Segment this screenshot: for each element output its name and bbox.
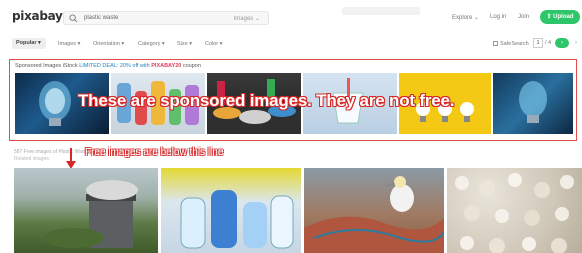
- related-images-label: Related images:: [14, 156, 51, 162]
- trash-bin-image: [44, 180, 138, 248]
- free-image[interactable]: [447, 168, 582, 253]
- filter-images[interactable]: Images ▾: [58, 41, 80, 47]
- coupon-code: PIXABAY20: [151, 63, 182, 69]
- filter-color[interactable]: Color ▾: [205, 41, 222, 47]
- login-link[interactable]: Log in: [490, 14, 506, 20]
- next-page-button[interactable]: ›: [555, 38, 569, 48]
- sort-dropdown[interactable]: Popular ▾: [12, 38, 46, 49]
- free-images-annotation: Free images are below this line: [85, 147, 224, 158]
- page-number-input[interactable]: 1: [533, 38, 543, 48]
- upload-button[interactable]: ⇪ Upload: [540, 10, 580, 24]
- explore-link[interactable]: Explore ⌄: [452, 14, 479, 21]
- deal-text[interactable]: LIMITED DEAL: 20% off with: [79, 63, 151, 69]
- filter-category[interactable]: Category ▾: [138, 41, 165, 47]
- sponsored-label: Sponsored Images iStock LIMITED DEAL: 20…: [15, 63, 201, 69]
- sponsored-image[interactable]: [493, 73, 573, 134]
- search-bar[interactable]: plastic waste Images ⌄: [63, 11, 269, 25]
- plastic-bottles-image: [180, 190, 294, 249]
- free-image[interactable]: [304, 168, 444, 253]
- page-total: / 4: [545, 40, 552, 46]
- lightbulb-image: [519, 81, 547, 123]
- filter-size[interactable]: Size ▾: [177, 41, 192, 47]
- chevron-down-icon: ⌄: [474, 15, 480, 21]
- header-placeholder-bar: [342, 7, 420, 15]
- chevron-right-icon[interactable]: ›: [575, 40, 577, 46]
- search-type-dropdown[interactable]: Images ⌄: [234, 15, 260, 22]
- free-image[interactable]: [161, 168, 301, 253]
- free-image[interactable]: [14, 168, 158, 253]
- safesearch-toggle[interactable]: SafeSearch: [493, 41, 529, 47]
- search-icon: [69, 14, 78, 23]
- upload-icon: ⇪: [546, 14, 552, 20]
- gannet-bird-image: [304, 176, 444, 253]
- join-link[interactable]: Join: [518, 14, 529, 20]
- pixabay-logo[interactable]: pixabay: [12, 9, 63, 23]
- search-input[interactable]: plastic waste: [84, 15, 118, 21]
- filter-orientation[interactable]: Orientation ▾: [93, 41, 124, 47]
- safesearch-checkbox[interactable]: [493, 41, 498, 46]
- chevron-down-icon: ⌄: [254, 16, 260, 22]
- packing-peanuts-image: [455, 173, 574, 253]
- sponsored-annotation: These are sponsored images. They are not…: [78, 91, 455, 110]
- arrow-down-icon: [66, 148, 76, 169]
